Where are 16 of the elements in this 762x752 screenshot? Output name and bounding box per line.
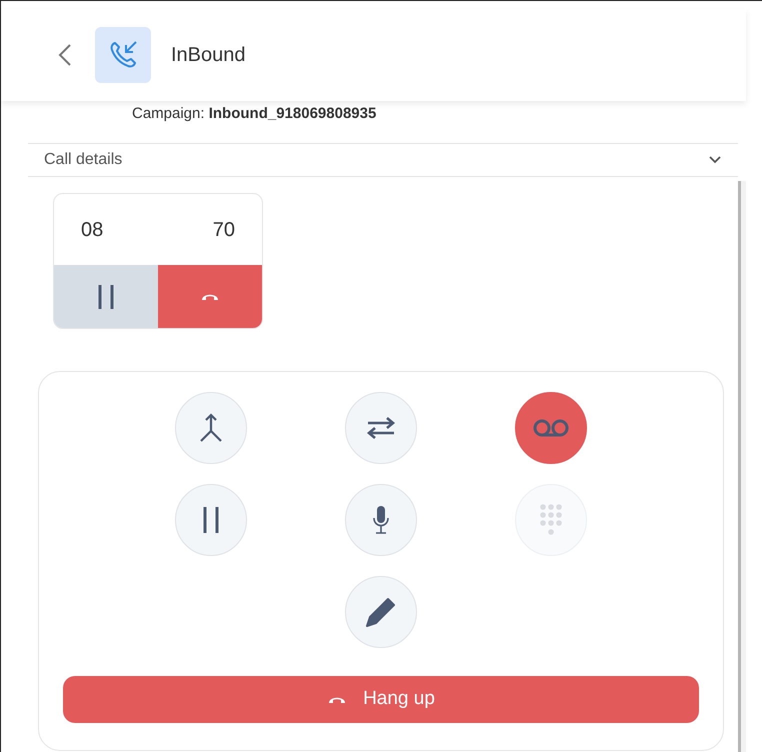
- voicemail-icon: [531, 418, 571, 438]
- dialpad-icon: [538, 503, 564, 537]
- header-title: InBound: [171, 43, 246, 68]
- timer-value: 08: [81, 218, 104, 242]
- timer-value: 70: [212, 218, 235, 242]
- microphone-icon: [371, 504, 391, 536]
- scrollbar[interactable]: [738, 181, 746, 752]
- incoming-call-icon: [95, 27, 151, 83]
- transfer-icon: [365, 415, 397, 441]
- call-details-label: Call details: [44, 150, 122, 170]
- pencil-icon: [364, 595, 398, 629]
- hold-button[interactable]: [54, 265, 158, 328]
- chevron-icon: [708, 155, 722, 164]
- hang-up-button[interactable]: Hang up: [63, 676, 699, 723]
- back-icon: [57, 42, 73, 68]
- campaign-text: Campaign: Inbound_918069808935: [132, 104, 378, 124]
